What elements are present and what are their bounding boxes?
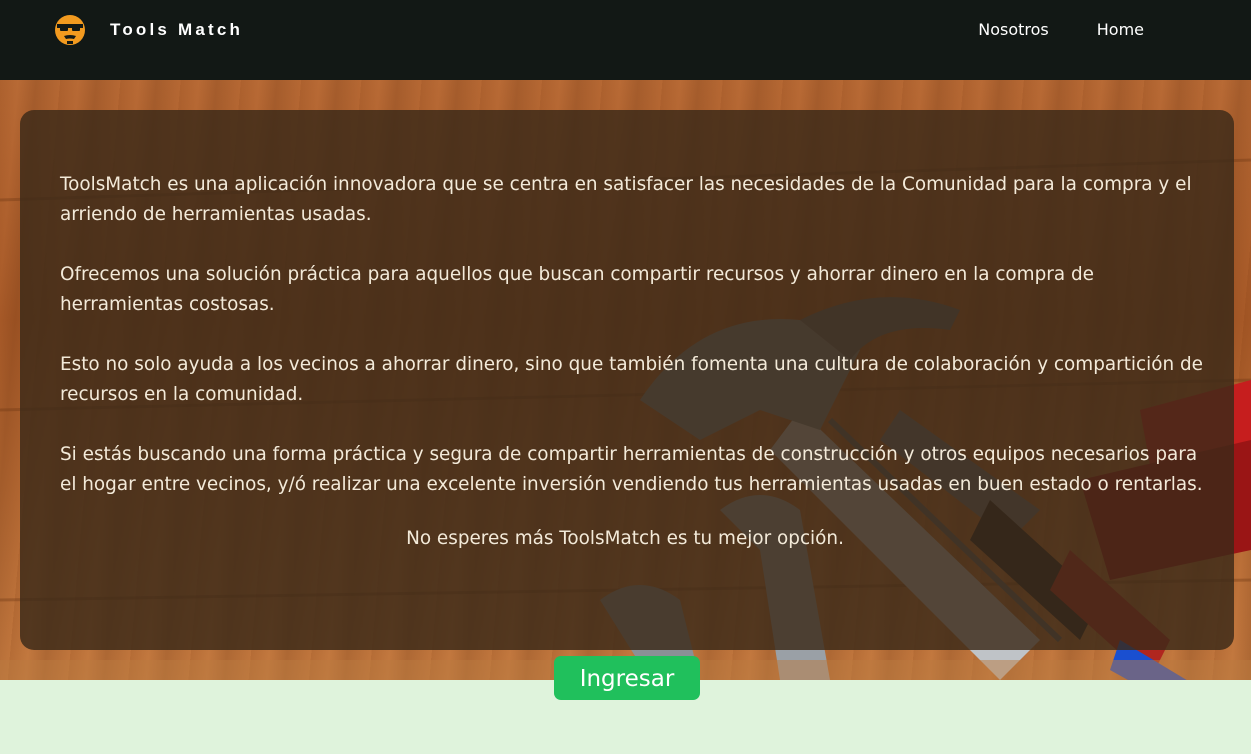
about-text: ToolsMatch es una aplicación innovadora … [60,170,1210,554]
enter-button[interactable]: Ingresar [554,656,700,700]
brand[interactable]: Tools Match [54,14,243,46]
closing-line: No esperes más ToolsMatch es tu mejor op… [406,528,844,549]
face-logo-icon [55,15,85,45]
about-paragraph-3: Esto no solo ayuda a los vecinos a ahorr… [60,354,1203,405]
about-paragraph-2: Ofrecemos una solución práctica para aqu… [60,264,1094,315]
navbar: Tools Match Nosotros Home [0,0,1251,80]
nav-links: Nosotros Home [930,20,1144,39]
about-paragraph-1: ToolsMatch es una aplicación innovadora … [60,174,1192,225]
about-card: ToolsMatch es una aplicación innovadora … [20,110,1234,650]
nav-link-nosotros[interactable]: Nosotros [978,20,1049,39]
brand-name: Tools Match [110,20,244,39]
nav-link-home[interactable]: Home [1097,20,1144,39]
hero-section: ToolsMatch es una aplicación innovadora … [0,80,1251,680]
about-paragraph-4: Si estás buscando una forma práctica y s… [60,444,1203,495]
